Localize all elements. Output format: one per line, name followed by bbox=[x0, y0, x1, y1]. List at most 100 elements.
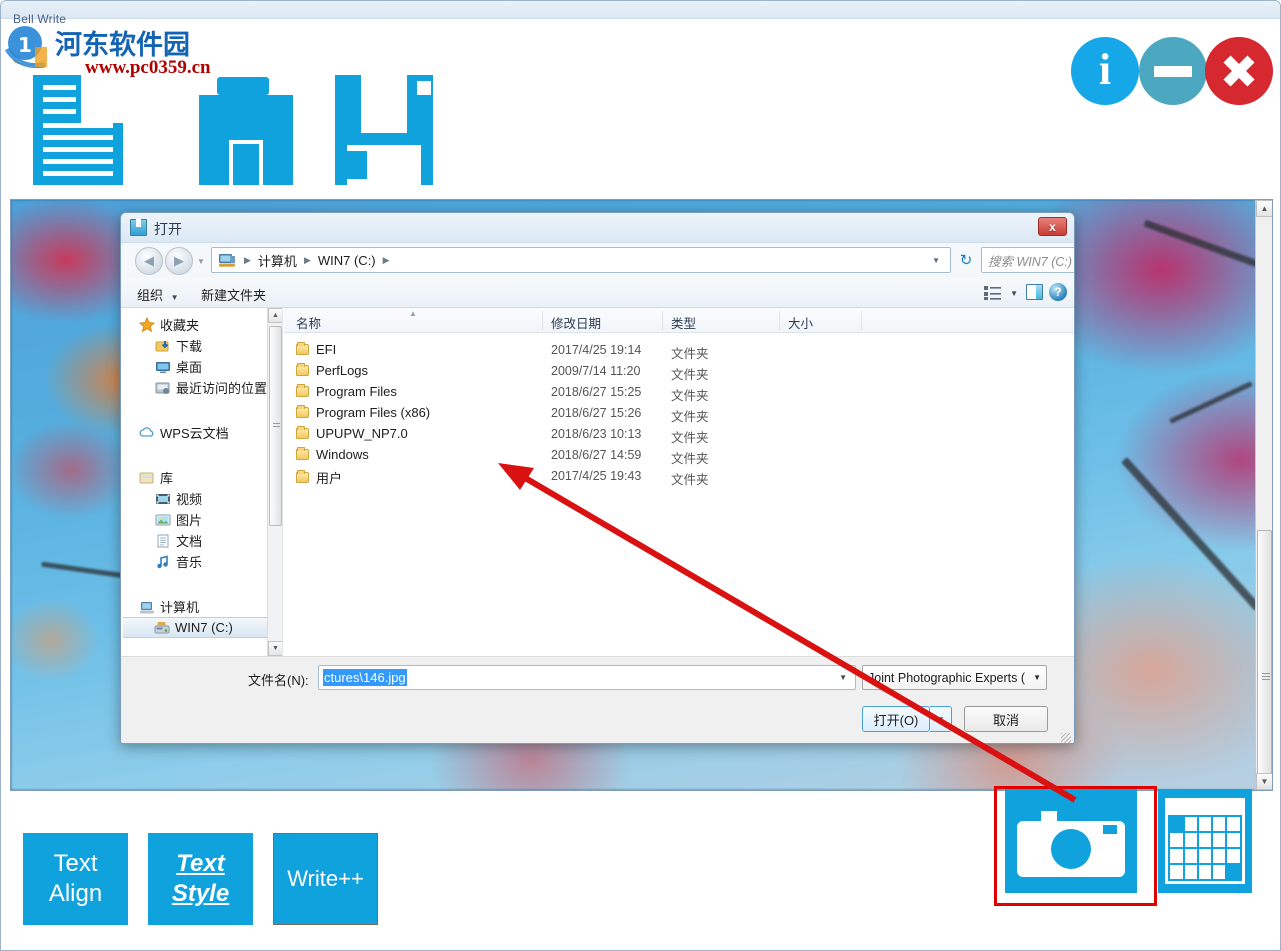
open-split-button[interactable]: ▼ bbox=[930, 706, 952, 732]
scroll-up-icon[interactable]: ▲ bbox=[268, 308, 282, 323]
sidebar-item-favorites[interactable]: 收藏夹 bbox=[123, 314, 282, 335]
table-row[interactable]: UPUPW_NP7.0 2018/6/23 10:13 文件夹 bbox=[284, 424, 1074, 445]
dialog-command-bar: 组织 ▼ 新建文件夹 ▼ ? bbox=[121, 279, 1074, 308]
file-name-cell: Program Files bbox=[296, 384, 397, 399]
star-icon bbox=[138, 316, 156, 333]
table-row[interactable]: Program Files 2018/6/27 15:25 文件夹 bbox=[284, 382, 1074, 403]
sidebar-label: 收藏夹 bbox=[160, 318, 200, 333]
text-style-button[interactable]: Text Style bbox=[148, 833, 253, 925]
table-row[interactable]: PerfLogs 2009/7/14 11:20 文件夹 bbox=[284, 361, 1074, 382]
write-plus-plus-label: Write++ bbox=[287, 866, 364, 892]
column-divider[interactable] bbox=[861, 311, 862, 330]
briefcase-icon[interactable] bbox=[191, 67, 301, 187]
scrollbar-thumb[interactable] bbox=[1257, 530, 1272, 790]
camera-button[interactable] bbox=[1005, 789, 1137, 893]
scroll-down-icon[interactable]: ▼ bbox=[268, 641, 282, 656]
canvas-vertical-scrollbar[interactable]: ▲ ▼ bbox=[1255, 200, 1272, 790]
chevron-down-icon[interactable]: ▼ bbox=[839, 673, 851, 682]
preview-pane-icon[interactable] bbox=[1026, 284, 1043, 300]
crumb-separator: ▶ bbox=[303, 254, 311, 265]
new-folder-button[interactable]: 新建文件夹 bbox=[201, 285, 266, 304]
history-dropdown-icon[interactable]: ▼ bbox=[197, 257, 205, 266]
save-floppy-icon[interactable] bbox=[319, 67, 449, 187]
dialog-close-button[interactable]: x bbox=[1038, 217, 1067, 236]
scroll-down-icon[interactable]: ▼ bbox=[1256, 773, 1272, 790]
column-divider[interactable] bbox=[779, 311, 780, 330]
computer-icon bbox=[139, 599, 155, 615]
sidebar-item-libraries[interactable]: 库 bbox=[123, 467, 282, 488]
cancel-button[interactable]: 取消 bbox=[964, 706, 1048, 732]
filetype-value: Joint Photographic Experts ( bbox=[868, 670, 1026, 685]
close-button[interactable] bbox=[1205, 37, 1273, 105]
forward-button[interactable]: ▶ bbox=[165, 247, 193, 275]
table-row[interactable]: Windows 2018/6/27 14:59 文件夹 bbox=[284, 445, 1074, 466]
chevron-down-icon: ▼ bbox=[170, 293, 179, 302]
organize-menu[interactable]: 组织 ▼ bbox=[137, 285, 179, 304]
sidebar-item-wps-cloud[interactable]: WPS云文档 bbox=[123, 422, 282, 443]
close-icon bbox=[1223, 55, 1255, 87]
column-size[interactable]: 大小 bbox=[788, 313, 813, 332]
resize-grip[interactable] bbox=[1061, 733, 1071, 743]
scroll-up-icon[interactable]: ▲ bbox=[1256, 200, 1272, 217]
sidebar-item-videos[interactable]: 视频 bbox=[123, 488, 282, 509]
breadcrumb-drive[interactable]: WIN7 (C:) bbox=[315, 253, 379, 268]
table-row[interactable]: 用户 2017/4/25 19:43 文件夹 bbox=[284, 466, 1074, 487]
file-name: Program Files (x86) bbox=[316, 405, 431, 420]
app-titlebar bbox=[1, 1, 1280, 19]
file-date-cell: 2018/6/23 10:13 bbox=[551, 427, 642, 441]
filetype-select[interactable]: Joint Photographic Experts ( ▼ bbox=[862, 665, 1047, 690]
address-bar[interactable]: ▶ 计算机 ▶ WIN7 (C:) ▶ ▼ bbox=[211, 247, 951, 273]
sidebar-item-pictures[interactable]: 图片 bbox=[123, 509, 282, 530]
file-name: UPUPW_NP7.0 bbox=[316, 426, 408, 441]
breadcrumb-computer[interactable]: 计算机 bbox=[255, 251, 300, 270]
dialog-titlebar bbox=[121, 213, 1074, 243]
scrollbar-grip bbox=[1262, 673, 1270, 680]
info-button[interactable]: i bbox=[1071, 37, 1139, 105]
sidebar-item-drive-c[interactable]: WIN7 (C:) bbox=[123, 617, 282, 638]
scrollbar-thumb[interactable] bbox=[269, 326, 282, 526]
sidebar-item-documents[interactable]: 文档 bbox=[123, 530, 282, 551]
table-row[interactable]: EFI 2017/4/25 19:14 文件夹 bbox=[284, 340, 1074, 361]
search-input[interactable]: 搜索 WIN7 (C:) bbox=[981, 247, 1074, 273]
sidebar-item-desktop[interactable]: 桌面 bbox=[123, 356, 282, 377]
file-name-cell: Program Files (x86) bbox=[296, 405, 430, 420]
sidebar-item-music[interactable]: 音乐 bbox=[123, 551, 282, 572]
filename-input[interactable]: ctures\146.jpg ▼ bbox=[318, 665, 856, 690]
text-align-line1: Text bbox=[53, 850, 98, 877]
folder-icon bbox=[296, 470, 309, 483]
sidebar-label: 计算机 bbox=[160, 600, 200, 615]
address-dropdown-icon[interactable]: ▼ bbox=[932, 256, 946, 265]
column-divider[interactable] bbox=[662, 311, 663, 330]
picture-icon bbox=[155, 512, 171, 528]
sidebar-item-recent[interactable]: 最近访问的位置 bbox=[123, 377, 282, 398]
refresh-button[interactable]: ↻ bbox=[955, 248, 977, 272]
sidebar-item-computer[interactable]: 计算机 bbox=[123, 596, 282, 617]
text-align-button[interactable]: Text Align bbox=[23, 833, 128, 925]
column-type[interactable]: 类型 bbox=[671, 313, 696, 332]
view-dropdown-icon[interactable]: ▼ bbox=[1010, 289, 1018, 298]
text-style-line1: Text bbox=[176, 850, 225, 877]
help-icon[interactable]: ? bbox=[1049, 283, 1067, 301]
write-plus-plus-button[interactable]: Write++ bbox=[273, 833, 378, 925]
file-name: PerfLogs bbox=[316, 363, 369, 378]
minimize-button[interactable] bbox=[1139, 37, 1207, 105]
forward-arrow-icon: ▶ bbox=[174, 253, 184, 268]
table-grid-button[interactable] bbox=[1158, 789, 1252, 893]
back-arrow-icon: ◀ bbox=[144, 253, 154, 268]
info-icon: i bbox=[1098, 45, 1112, 94]
table-row[interactable]: Program Files (x86) 2018/6/27 15:26 文件夹 bbox=[284, 403, 1074, 424]
document-icon[interactable] bbox=[21, 67, 131, 187]
crumb-separator: ▶ bbox=[244, 254, 251, 265]
text-align-line2: Align bbox=[48, 880, 103, 907]
view-mode-icon[interactable] bbox=[984, 285, 1002, 301]
column-name[interactable]: 名称 bbox=[296, 313, 321, 332]
navigation-pane-scrollbar[interactable]: ▲ ▼ bbox=[267, 308, 282, 656]
back-button[interactable]: ◀ bbox=[135, 247, 163, 275]
open-button[interactable]: 打开(O) bbox=[862, 706, 930, 732]
column-divider[interactable] bbox=[542, 311, 543, 330]
sidebar-item-downloads[interactable]: 下载 bbox=[123, 335, 282, 356]
sidebar-label: 下载 bbox=[176, 339, 203, 354]
open-file-dialog: 打开 x ◀ ▶ ▼ ▶ 计算机 ▶ WIN7 (C:) ▶ ▼ ↻ 搜索 WI… bbox=[120, 212, 1075, 744]
column-date[interactable]: 修改日期 bbox=[551, 313, 601, 332]
file-list-header: ▲ 名称 修改日期 类型 大小 bbox=[284, 308, 1074, 333]
